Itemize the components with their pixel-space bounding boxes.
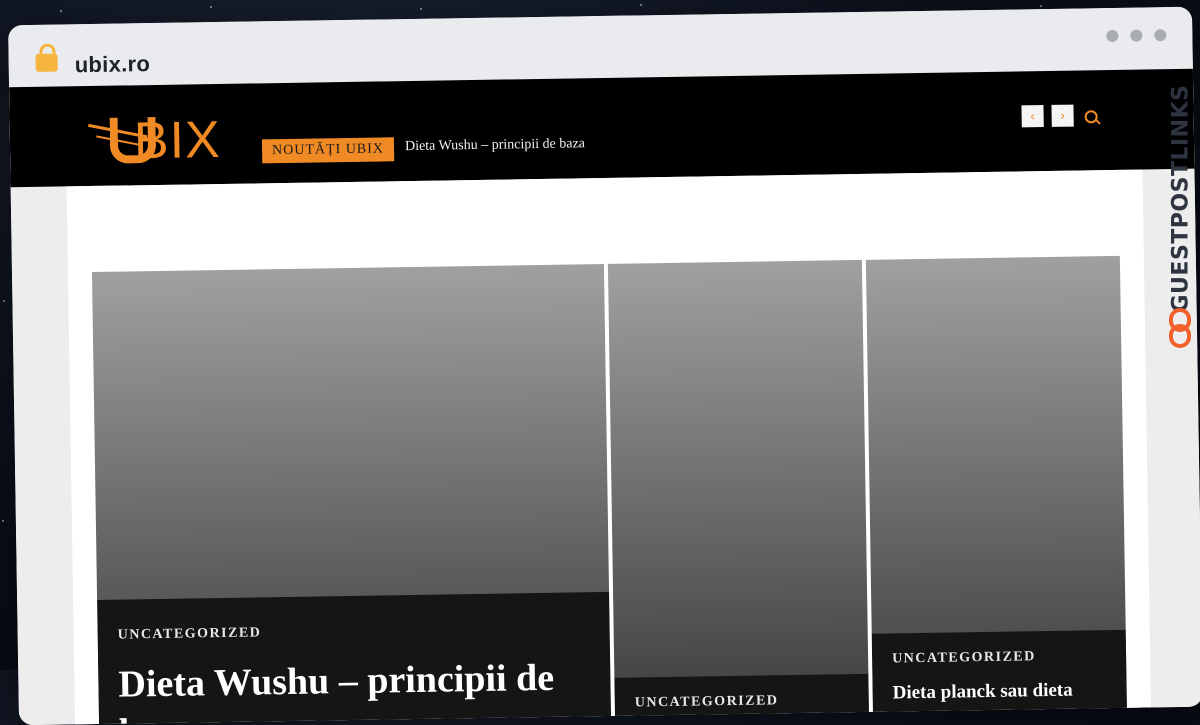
ticker-next-button[interactable]: › bbox=[1051, 104, 1074, 127]
url-text[interactable]: ubix.ro bbox=[75, 51, 151, 78]
post-title[interactable]: Dieta planck sau dieta bbox=[892, 678, 1108, 705]
lock-icon bbox=[35, 53, 58, 72]
watermark-text: GUESTPOSTLINKS bbox=[1168, 84, 1194, 313]
post-category[interactable]: UNCATEGORIZED bbox=[892, 649, 1036, 667]
site-header: BIX NOUTĂȚI UBIX Dieta Wushu – principii… bbox=[9, 68, 1195, 188]
window-dot-icon[interactable] bbox=[1106, 29, 1119, 43]
window-controls bbox=[1106, 29, 1167, 43]
news-badge: NOUTĂȚI UBIX bbox=[261, 137, 395, 164]
window-dot-icon[interactable] bbox=[1154, 29, 1167, 42]
logo-text: BIX bbox=[133, 110, 222, 171]
featured-post-card[interactable]: UNCATEGORIZED Dieta Wushu – principii de… bbox=[91, 263, 612, 725]
search-icon[interactable] bbox=[1084, 110, 1098, 124]
window-dot-icon[interactable] bbox=[1130, 29, 1143, 42]
ticker-prev-button[interactable]: ‹ bbox=[1021, 105, 1044, 128]
website: BIX NOUTĂȚI UBIX Dieta Wushu – principii… bbox=[9, 68, 1200, 725]
post-meta: UNCATEGORIZED Dieta Wushu – principii de… bbox=[97, 591, 612, 725]
site-logo[interactable]: BIX bbox=[87, 105, 258, 170]
news-ticker-link[interactable]: Dieta Wushu – principii de baza bbox=[405, 136, 585, 155]
link-chain-icon bbox=[1169, 308, 1191, 348]
post-title[interactable] bbox=[635, 718, 851, 721]
post-card[interactable]: UNCATEGORIZED bbox=[607, 259, 870, 724]
post-category[interactable]: UNCATEGORIZED bbox=[118, 625, 262, 643]
watermark: GUESTPOSTLINKS bbox=[1164, 58, 1198, 358]
post-category[interactable]: UNCATEGORIZED bbox=[635, 693, 779, 711]
post-meta: UNCATEGORIZED Dieta planck sau dieta bbox=[871, 629, 1128, 720]
post-meta: UNCATEGORIZED bbox=[614, 673, 870, 724]
main-content: UNCATEGORIZED Dieta Wushu – principii de… bbox=[66, 169, 1152, 725]
post-title[interactable]: Dieta Wushu – principii de baza bbox=[118, 654, 593, 725]
browser-window: ubix.ro BIX NOUTĂȚI UBIX Dieta Wushu – p… bbox=[8, 6, 1200, 725]
post-card[interactable]: UNCATEGORIZED Dieta planck sau dieta bbox=[865, 255, 1128, 720]
